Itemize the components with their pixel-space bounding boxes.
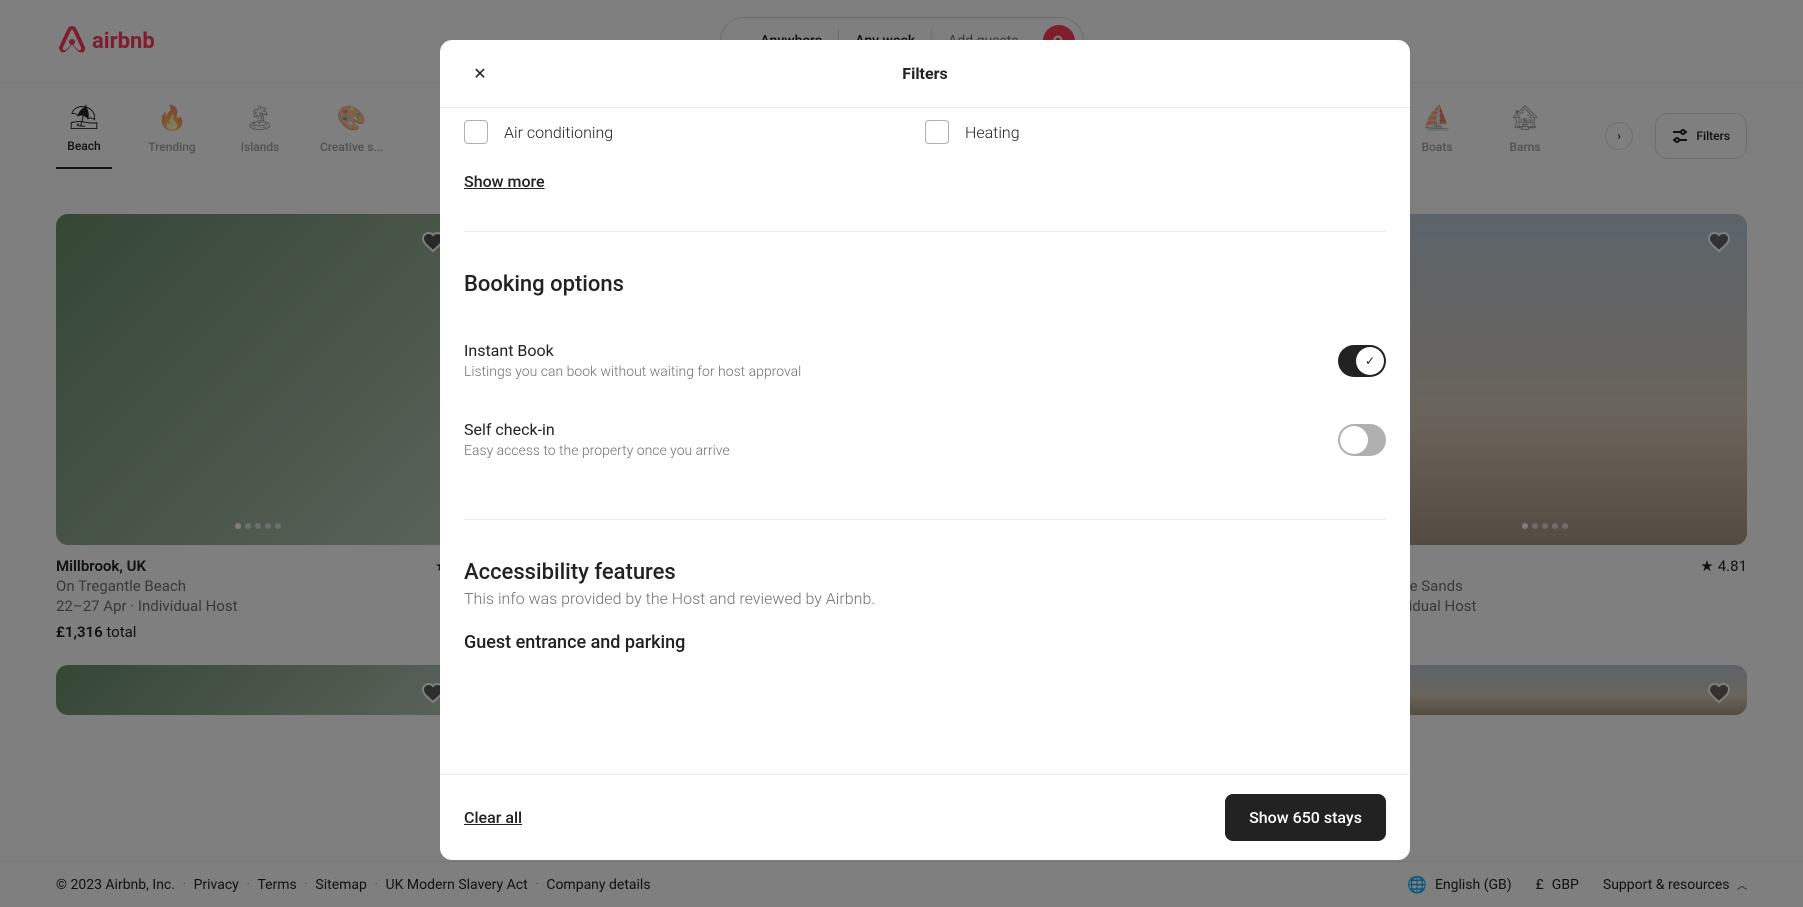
show-results-button[interactable]: Show 650 stays <box>1225 794 1386 841</box>
option-title: Instant Book <box>464 341 801 360</box>
close-icon: ✕ <box>473 64 486 83</box>
option-desc: Listings you can book without waiting fo… <box>464 364 801 380</box>
modal-header: ✕ Filters <box>440 40 1410 108</box>
toggle-knob <box>1340 426 1368 454</box>
modal-body[interactable]: Air conditioning Heating Show more Booki… <box>440 108 1410 774</box>
divider <box>464 231 1386 232</box>
amenity-air-conditioning[interactable]: Air conditioning <box>464 120 925 144</box>
instant-book-option: Instant Book Listings you can book witho… <box>464 321 1386 400</box>
toggle-knob: ✓ <box>1356 347 1384 375</box>
modal-footer: Clear all Show 650 stays <box>440 774 1410 860</box>
show-more-link[interactable]: Show more <box>464 172 545 191</box>
guest-entrance-heading: Guest entrance and parking <box>464 632 1386 653</box>
self-checkin-option: Self check-in Easy access to the propert… <box>464 400 1386 479</box>
checkbox[interactable] <box>925 120 949 144</box>
option-desc: Easy access to the property once you arr… <box>464 443 730 459</box>
amenity-heating[interactable]: Heating <box>925 120 1386 144</box>
self-checkin-toggle[interactable] <box>1338 424 1386 456</box>
accessibility-title: Accessibility features <box>464 560 1386 585</box>
divider <box>464 519 1386 520</box>
filters-modal: ✕ Filters Air conditioning Heating Show … <box>440 40 1410 860</box>
accessibility-subtitle: This info was provided by the Host and r… <box>464 589 1386 608</box>
checkbox[interactable] <box>464 120 488 144</box>
modal-title: Filters <box>902 64 947 83</box>
check-icon: ✓ <box>1365 354 1375 368</box>
booking-options-title: Booking options <box>464 272 1386 297</box>
close-button[interactable]: ✕ <box>464 58 496 90</box>
option-title: Self check-in <box>464 420 730 439</box>
clear-all-button[interactable]: Clear all <box>464 808 522 827</box>
instant-book-toggle[interactable]: ✓ <box>1338 345 1386 377</box>
